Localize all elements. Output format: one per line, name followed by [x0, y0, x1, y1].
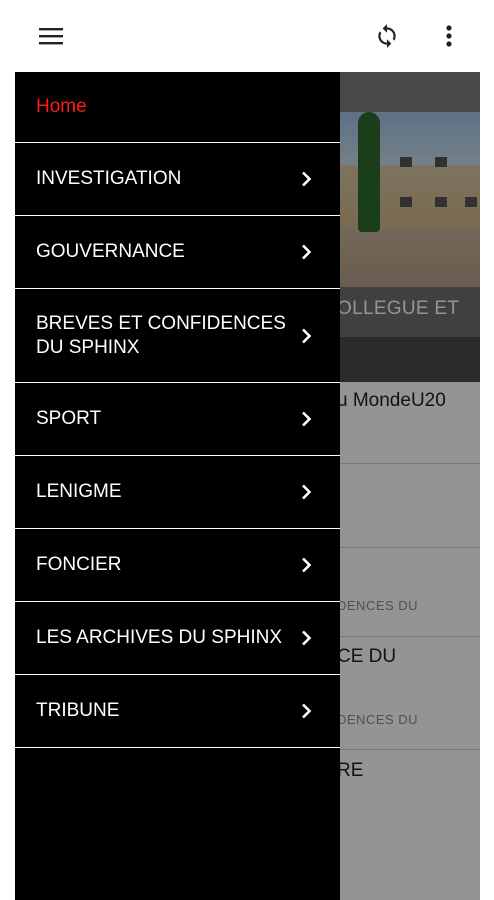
drawer-item-label: BREVES ET CONFIDENCES DU SPHINX	[36, 312, 286, 358]
drawer-item-sport[interactable]: SPORT	[15, 383, 340, 456]
drawer-item-investigation[interactable]: INVESTIGATION	[15, 143, 340, 216]
drawer-item-label: Home	[36, 96, 87, 117]
content-area: OLLEGUE ET u MondeU20 DENCES DU CE DU DE…	[15, 72, 480, 900]
more-vert-icon[interactable]	[431, 18, 467, 54]
chevron-right-icon	[302, 171, 312, 187]
drawer-item-label: TRIBUNE	[36, 700, 120, 721]
app-toolbar	[0, 0, 494, 70]
chevron-right-icon	[302, 557, 312, 573]
drawer-item-label: LENIGME	[36, 481, 122, 502]
drawer-item-label: GOUVERNANCE	[36, 241, 185, 262]
drawer-item-archives[interactable]: LES ARCHIVES DU SPHINX	[15, 602, 340, 675]
drawer-item-lenigme[interactable]: LENIGME	[15, 456, 340, 529]
chevron-right-icon	[302, 703, 312, 719]
drawer-item-home[interactable]: Home	[15, 72, 340, 143]
navigation-drawer: Home INVESTIGATION GOUVERNANCE BREVES ET…	[15, 72, 340, 900]
hamburger-menu-icon[interactable]	[33, 18, 69, 54]
drawer-item-label: SPORT	[36, 408, 102, 429]
drawer-item-label: LES ARCHIVES DU SPHINX	[36, 627, 283, 648]
chevron-right-icon	[302, 630, 312, 646]
chevron-right-icon	[302, 328, 312, 343]
chevron-right-icon	[302, 484, 312, 500]
refresh-icon[interactable]	[369, 18, 405, 54]
chevron-right-icon	[302, 244, 312, 260]
drawer-item-gouvernance[interactable]: GOUVERNANCE	[15, 216, 340, 289]
drawer-item-label: INVESTIGATION	[36, 168, 182, 189]
drawer-item-tribune[interactable]: TRIBUNE	[15, 675, 340, 748]
drawer-item-breves[interactable]: BREVES ET CONFIDENCES DU SPHINX	[15, 289, 340, 383]
drawer-item-foncier[interactable]: FONCIER	[15, 529, 340, 602]
chevron-right-icon	[302, 411, 312, 427]
drawer-item-label: FONCIER	[36, 554, 122, 575]
